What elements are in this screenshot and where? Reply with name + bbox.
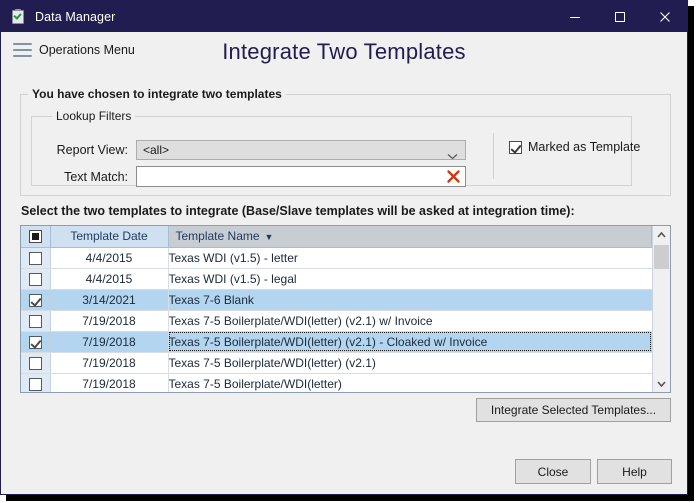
cell-template-date: 3/14/2021 (50, 289, 169, 311)
row-checkbox[interactable] (28, 293, 42, 307)
window-controls (552, 1, 687, 32)
scrollbar-thumb[interactable] (654, 245, 669, 269)
scroll-down-button[interactable] (653, 375, 670, 392)
table-row[interactable]: 7/19/2018 Texas 7-5 Boilerplate/WDI(lette… (21, 352, 652, 374)
text-match-label: Text Match: (64, 169, 128, 184)
red-x-clear-icon[interactable] (446, 169, 461, 184)
text-match-input[interactable] (136, 166, 466, 187)
table-row[interactable]: 4/4/2015 Texas WDI (v1.5) - legal (21, 268, 652, 290)
report-view-value: <all> (143, 143, 170, 157)
cell-template-name: Texas WDI (v1.5) - letter (168, 247, 652, 269)
table-row[interactable]: 4/4/2015 Texas WDI (v1.5) - letter (21, 247, 652, 269)
table-row[interactable]: 3/14/2021 Texas 7-6 Blank (21, 289, 652, 311)
row-checkbox[interactable] (28, 272, 42, 286)
table-header-row: Template Date Template Name ▼ (21, 226, 652, 248)
cell-template-name: Texas 7-5 Boilerplate/WDI(letter) (v2.1) (168, 352, 652, 374)
row-checkbox[interactable] (28, 356, 42, 370)
row-checkbox-cell[interactable] (21, 331, 51, 353)
row-checkbox-cell[interactable] (21, 373, 51, 392)
cell-template-date: 7/19/2018 (50, 373, 169, 392)
row-checkbox-cell[interactable] (21, 352, 51, 374)
close-button-bottom[interactable]: Close (515, 459, 591, 484)
row-checkbox-cell[interactable] (21, 247, 51, 269)
lookup-filters-group-label: Lookup Filters (52, 109, 136, 123)
row-checkbox-cell[interactable] (21, 310, 51, 332)
marked-as-template-label: Marked as Template (528, 140, 641, 154)
minimize-button[interactable] (552, 1, 597, 32)
chosen-templates-group-label: You have chosen to integrate two templat… (28, 87, 286, 101)
help-button[interactable]: Help (597, 459, 672, 484)
select-all-header[interactable] (21, 226, 51, 248)
cell-template-date: 7/19/2018 (50, 310, 169, 332)
chevron-down-icon (447, 147, 458, 165)
table-row[interactable]: 7/19/2018 Texas 7-5 Boilerplate/WDI(lette… (21, 373, 652, 392)
title-bar: Data Manager (1, 1, 687, 32)
close-button[interactable] (642, 1, 687, 32)
cell-template-date: 7/19/2018 (50, 352, 169, 374)
select-all-checkbox[interactable] (28, 230, 42, 244)
instruction-text: Select the two templates to integrate (B… (21, 204, 575, 218)
cell-template-date: 7/19/2018 (50, 331, 169, 353)
cell-template-date: 4/4/2015 (50, 268, 169, 290)
checkbox-box (509, 140, 522, 154)
grid-vertical-scrollbar[interactable] (652, 226, 670, 392)
row-checkbox[interactable] (28, 377, 42, 391)
row-checkbox[interactable] (28, 335, 42, 349)
report-view-label: Report View: (56, 143, 128, 157)
marked-as-template-checkbox[interactable]: Marked as Template (509, 140, 640, 154)
cell-template-date: 4/4/2015 (50, 247, 169, 269)
maximize-button[interactable] (597, 1, 642, 32)
row-checkbox-cell[interactable] (21, 289, 51, 311)
cell-template-name: Texas 7-5 Boilerplate/WDI(letter) (v2.1)… (168, 310, 652, 332)
clipboard-check-icon (10, 8, 26, 25)
cell-template-name: Texas 7-5 Boilerplate/WDI(letter) (v2.1)… (168, 331, 652, 353)
window-title: Data Manager (35, 9, 116, 24)
table-row[interactable]: 7/19/2018 Texas 7-5 Boilerplate/WDI(lette… (21, 331, 652, 353)
report-view-dropdown[interactable]: <all> (136, 140, 466, 160)
sort-descending-icon: ▼ (264, 232, 274, 243)
templates-grid-body: Template Date Template Name ▼ 4/4/2015 Tex… (21, 226, 652, 392)
column-header-template-date[interactable]: Template Date (50, 226, 169, 248)
application-window: Data Manager Operations Menu Integrate T… (0, 0, 688, 495)
integrate-selected-templates-button[interactable]: Integrate Selected Templates... (476, 398, 671, 422)
row-checkbox[interactable] (28, 314, 42, 328)
scroll-up-button[interactable] (653, 226, 670, 243)
templates-grid: Template Date Template Name ▼ 4/4/2015 Tex… (20, 225, 671, 393)
row-checkbox-cell[interactable] (21, 268, 51, 290)
row-checkbox[interactable] (28, 251, 42, 265)
cell-template-name: Texas 7-6 Blank (168, 289, 652, 311)
report-view-row: Report View: <all> (31, 140, 466, 160)
table-row[interactable]: 7/19/2018 Texas 7-5 Boilerplate/WDI(lette… (21, 310, 652, 332)
cell-template-name: Texas 7-5 Boilerplate/WDI(letter) (168, 373, 652, 392)
header-bar: Operations Menu Integrate Two Templates (1, 32, 687, 82)
column-header-template-date-label: Template Date (70, 229, 148, 244)
cell-template-name: Texas WDI (v1.5) - legal (168, 268, 652, 290)
filters-divider (493, 133, 494, 179)
column-header-template-name-label: Template Name (175, 229, 260, 244)
page-title: Integrate Two Templates (222, 39, 466, 64)
column-header-template-name[interactable]: Template Name ▼ (168, 226, 652, 248)
text-match-row: Text Match: (31, 166, 466, 187)
